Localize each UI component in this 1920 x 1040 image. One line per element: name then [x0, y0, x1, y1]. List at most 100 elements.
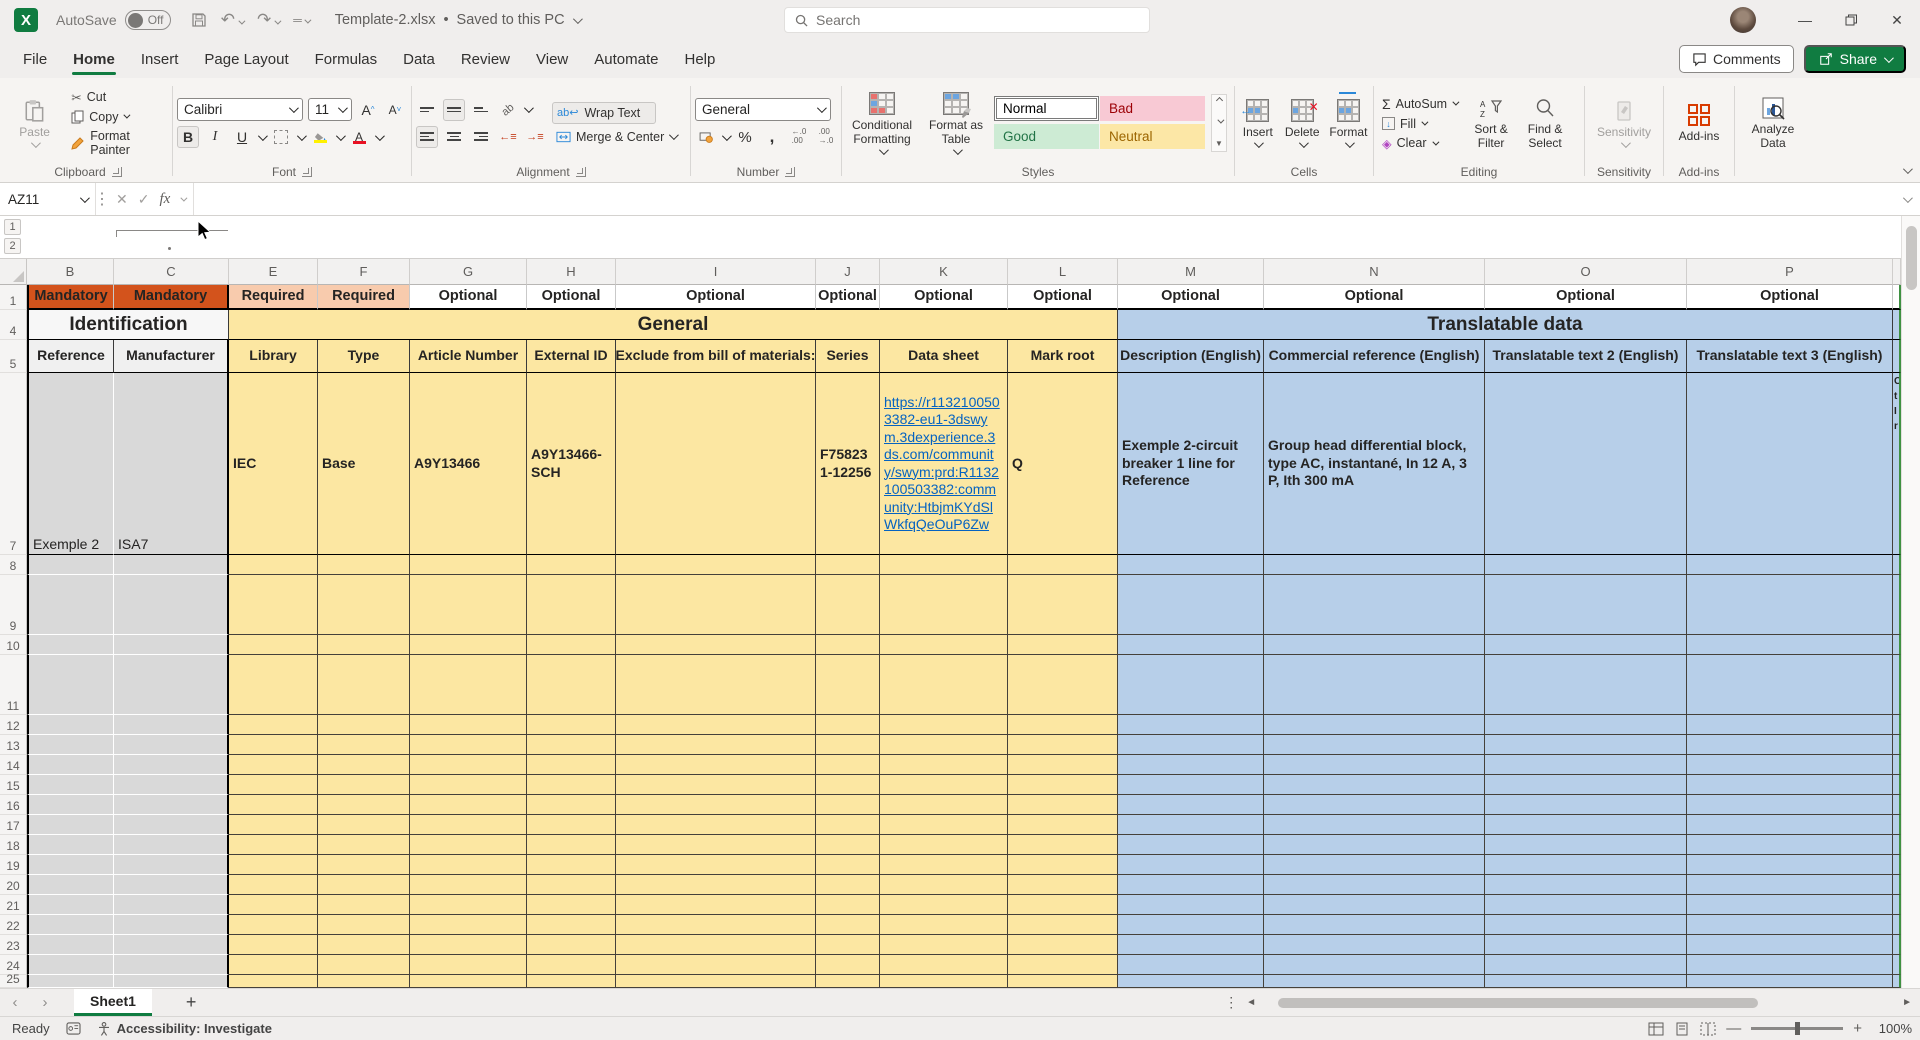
cell-O16[interactable]	[1485, 795, 1687, 815]
cell-P12[interactable]	[1687, 715, 1893, 735]
increase-indent-icon[interactable]: →≡	[524, 126, 546, 148]
cell-E1[interactable]: Required	[229, 285, 318, 310]
gallery-down-icon[interactable]	[1217, 116, 1224, 123]
cell-B20[interactable]	[27, 875, 114, 895]
style-bad[interactable]: Bad	[1100, 96, 1205, 121]
cell-C23[interactable]	[114, 935, 229, 955]
cell-K18[interactable]	[880, 835, 1008, 855]
sort-filter-button[interactable]: AZ Sort & Filter	[1467, 93, 1515, 153]
cell-J20[interactable]	[816, 875, 880, 895]
cell-N21[interactable]	[1264, 895, 1485, 915]
cell-M23[interactable]	[1118, 935, 1264, 955]
cell-E21[interactable]	[229, 895, 318, 915]
cell-sliver-1[interactable]	[1893, 285, 1901, 310]
row-header-13[interactable]: 13	[0, 735, 27, 755]
cell-M24[interactable]	[1118, 955, 1264, 975]
cell-P19[interactable]	[1687, 855, 1893, 875]
cell-M15[interactable]	[1118, 775, 1264, 795]
cell-P8[interactable]	[1687, 555, 1893, 575]
zoom-level[interactable]: 100%	[1872, 1021, 1912, 1036]
cell-sliver-12[interactable]	[1893, 715, 1901, 735]
gallery-more-icon[interactable]: ▼	[1215, 139, 1223, 148]
prev-sheet-icon[interactable]: ‹	[0, 994, 30, 1011]
decrease-decimal-icon[interactable]: .00 →.0	[815, 126, 837, 148]
row-header-18[interactable]: 18	[0, 835, 27, 855]
cell-J8[interactable]	[816, 555, 880, 575]
cell-G11[interactable]	[410, 655, 527, 715]
tab-home[interactable]: Home	[60, 40, 128, 78]
cell-H16[interactable]	[527, 795, 616, 815]
cell-I7[interactable]	[616, 373, 816, 555]
cell-K11[interactable]	[880, 655, 1008, 715]
cell-P14[interactable]	[1687, 755, 1893, 775]
cell-F18[interactable]	[318, 835, 410, 855]
cell-G16[interactable]	[410, 795, 527, 815]
cell-K12[interactable]	[880, 715, 1008, 735]
cell-J10[interactable]	[816, 635, 880, 655]
select-all-corner[interactable]	[0, 259, 27, 285]
fill-button[interactable]: ↓Fill	[1378, 116, 1461, 132]
accounting-format-icon[interactable]	[695, 126, 717, 148]
cell-G15[interactable]	[410, 775, 527, 795]
cell-B24[interactable]	[27, 955, 114, 975]
cell-sliver-15[interactable]	[1893, 775, 1901, 795]
cell-H15[interactable]	[527, 775, 616, 795]
alignment-dialog-launcher-icon[interactable]	[576, 167, 586, 177]
cell-E7[interactable]: IEC	[229, 373, 318, 555]
cell-O10[interactable]	[1485, 635, 1687, 655]
cell-H13[interactable]	[527, 735, 616, 755]
cell-C1[interactable]: Mandatory	[114, 285, 229, 310]
cell-P22[interactable]	[1687, 915, 1893, 935]
cell-I9[interactable]	[616, 575, 816, 635]
cell-B18[interactable]	[27, 835, 114, 855]
horizontal-scrollbar[interactable]	[1264, 997, 1894, 1009]
cell-L22[interactable]	[1008, 915, 1118, 935]
cell-P17[interactable]	[1687, 815, 1893, 835]
orientation-button[interactable]: ab	[493, 94, 524, 125]
cell-K17[interactable]	[880, 815, 1008, 835]
cell-O18[interactable]	[1485, 835, 1687, 855]
grow-font-button[interactable]: A^	[357, 99, 379, 121]
italic-button[interactable]: I	[204, 126, 226, 148]
cell-B22[interactable]	[27, 915, 114, 935]
borders-button[interactable]	[270, 126, 292, 148]
cell-E16[interactable]	[229, 795, 318, 815]
cell-J1[interactable]: Optional	[816, 285, 880, 310]
cell-P18[interactable]	[1687, 835, 1893, 855]
cell-L8[interactable]	[1008, 555, 1118, 575]
cell-L25[interactable]	[1008, 975, 1118, 988]
tab-file[interactable]: File	[10, 40, 60, 78]
font-size-select[interactable]: 11	[308, 98, 352, 121]
zoom-in-icon[interactable]: +	[1853, 1020, 1862, 1037]
cell-G13[interactable]	[410, 735, 527, 755]
outline-level-1-button[interactable]: 1	[4, 219, 21, 235]
cell-K20[interactable]	[880, 875, 1008, 895]
cell-G1[interactable]: Optional	[410, 285, 527, 310]
cell-sliver-18[interactable]	[1893, 835, 1901, 855]
row-header-16[interactable]: 16	[0, 795, 27, 815]
cell-M1[interactable]: Optional	[1118, 285, 1264, 310]
cell-I17[interactable]	[616, 815, 816, 835]
cell-J24[interactable]	[816, 955, 880, 975]
cell-F12[interactable]	[318, 715, 410, 735]
tab-view[interactable]: View	[523, 40, 581, 78]
row-header-20[interactable]: 20	[0, 875, 27, 895]
cell-M22[interactable]	[1118, 915, 1264, 935]
cell-N12[interactable]	[1264, 715, 1485, 735]
col-header-L[interactable]: L	[1008, 259, 1118, 285]
zoom-slider[interactable]	[1751, 1027, 1843, 1030]
cell-C17[interactable]	[114, 815, 229, 835]
cell-F1[interactable]: Required	[318, 285, 410, 310]
cell-G18[interactable]	[410, 835, 527, 855]
cell-G19[interactable]	[410, 855, 527, 875]
cell-K25[interactable]	[880, 975, 1008, 988]
cell-F24[interactable]	[318, 955, 410, 975]
cell-sliver-24[interactable]	[1893, 955, 1901, 975]
cell-H1[interactable]: Optional	[527, 285, 616, 310]
page-break-view-icon[interactable]	[1700, 1022, 1716, 1036]
row-header-5[interactable]: 5	[0, 340, 27, 373]
cell-H14[interactable]	[527, 755, 616, 775]
cell-H11[interactable]	[527, 655, 616, 715]
align-left-icon[interactable]	[416, 126, 438, 148]
row-header-22[interactable]: 22	[0, 915, 27, 935]
